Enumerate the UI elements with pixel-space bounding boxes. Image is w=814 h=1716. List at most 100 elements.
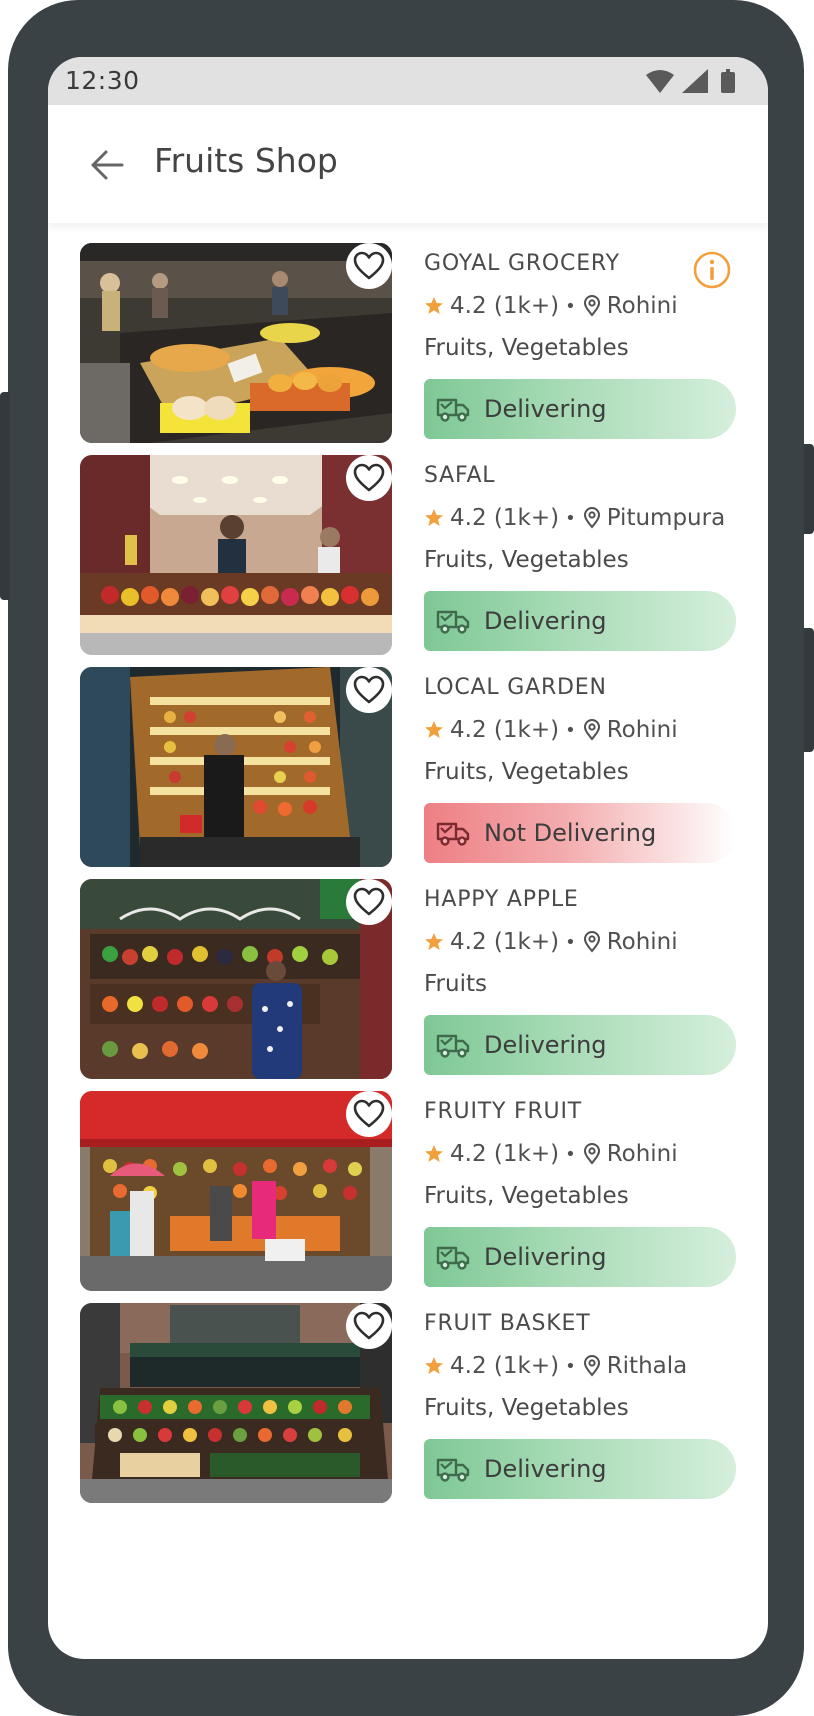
review-count: (1k+) [493, 505, 560, 531]
shop-image [80, 1091, 392, 1291]
delivery-status-label: Delivering [484, 607, 607, 635]
shop-location: Pitumpura [606, 505, 726, 531]
shop-meta: 4.2 (1k+) • Rohini [424, 291, 678, 321]
delivery-status[interactable]: Delivering [424, 1227, 736, 1287]
arrow-left-icon [91, 150, 124, 180]
shop-card[interactable]: FRUIT BASKET 4.2 (1k+) • Rithala Fruits,… [80, 1303, 740, 1503]
shop-meta: 4.2 (1k+) • Rohini [424, 927, 678, 957]
review-count: (1k+) [493, 1141, 560, 1167]
shop-location: Rohini [606, 1141, 678, 1167]
favorite-button[interactable] [346, 667, 392, 713]
review-count: (1k+) [493, 929, 560, 955]
shop-card[interactable]: FRUITY FRUIT 4.2 (1k+) • Rohini Fruits, … [80, 1091, 740, 1291]
map-pin-icon [583, 507, 600, 529]
star-icon [425, 1357, 443, 1374]
info-circle-icon [693, 251, 731, 289]
delivery-status[interactable]: Delivering [424, 1439, 736, 1499]
delivery-truck-icon [436, 1246, 470, 1270]
shop-category: Fruits, Vegetables [424, 1395, 629, 1421]
shop-info: HAPPY APPLE 4.2 (1k+) • Rohini Fruits De… [424, 879, 740, 1079]
shop-info: GOYAL GROCERY 4.2 (1k+) • Rohini Fruits,… [424, 243, 740, 443]
shop-name: LOCAL GARDEN [424, 675, 607, 700]
delivery-status[interactable]: Delivering [424, 591, 736, 651]
delivery-truck-icon [436, 610, 470, 634]
shop-image [80, 1303, 392, 1503]
shop-name: FRUITY FRUIT [424, 1099, 582, 1124]
status-icons [646, 69, 735, 93]
shop-category: Fruits, Vegetables [424, 1183, 629, 1209]
shop-card[interactable]: LOCAL GARDEN 4.2 (1k+) • Rohini Fruits, … [80, 667, 740, 867]
shop-name: SAFAL [424, 463, 496, 488]
status-bar: 12:30 [48, 57, 768, 105]
heart-outline-icon [353, 675, 385, 704]
shop-category: Fruits, Vegetables [424, 759, 629, 785]
shop-meta: 4.2 (1k+) • Rohini [424, 715, 678, 745]
separator-dot: • [565, 1143, 576, 1165]
app-header: Fruits Shop [48, 105, 768, 223]
heart-outline-icon [353, 463, 385, 492]
phone-volume-button [804, 628, 814, 752]
shop-name: HAPPY APPLE [424, 887, 579, 912]
delivery-status-label: Not Delivering [484, 819, 657, 847]
shop-card[interactable]: GOYAL GROCERY 4.2 (1k+) • Rohini Fruits,… [80, 243, 740, 443]
phone-side-button [0, 392, 10, 600]
favorite-button[interactable] [346, 879, 392, 925]
separator-dot: • [565, 295, 576, 317]
delivery-truck-icon [436, 1458, 470, 1482]
shop-location: Rohini [606, 929, 678, 955]
delivery-truck-icon [436, 398, 470, 422]
wifi-icon [646, 70, 674, 93]
shop-image [80, 455, 392, 655]
rating-value: 4.2 [450, 929, 487, 955]
delivery-status-label: Delivering [484, 1455, 607, 1483]
review-count: (1k+) [493, 1353, 560, 1379]
rating-value: 4.2 [450, 717, 487, 743]
delivery-truck-icon [436, 822, 470, 846]
star-icon [425, 933, 443, 950]
favorite-button[interactable] [346, 1303, 392, 1349]
map-pin-icon [583, 1355, 600, 1377]
delivery-status[interactable]: Delivering [424, 379, 736, 439]
page-title: Fruits Shop [154, 141, 338, 180]
favorite-button[interactable] [346, 1091, 392, 1137]
heart-outline-icon [353, 1311, 385, 1340]
shop-card[interactable]: HAPPY APPLE 4.2 (1k+) • Rohini Fruits De… [80, 879, 740, 1079]
separator-dot: • [565, 931, 576, 953]
app-screen: 12:30 Fruits Shop GOYAL GROCERY 4.2 (1k+… [48, 57, 768, 1659]
favorite-button[interactable] [346, 243, 392, 289]
shop-meta: 4.2 (1k+) • Rohini [424, 1139, 678, 1169]
delivery-status[interactable]: Delivering [424, 1015, 736, 1075]
delivery-status[interactable]: Not Delivering [424, 803, 736, 863]
rating-value: 4.2 [450, 505, 487, 531]
delivery-status-label: Delivering [484, 395, 607, 423]
info-button[interactable] [692, 250, 732, 290]
separator-dot: • [565, 719, 576, 741]
shop-category: Fruits, Vegetables [424, 547, 629, 573]
shop-meta: 4.2 (1k+) • Rithala [424, 1351, 687, 1381]
shop-image [80, 879, 392, 1079]
shop-card[interactable]: SAFAL 4.2 (1k+) • Pitumpura Fruits, Vege… [80, 455, 740, 655]
star-icon [425, 1145, 443, 1162]
map-pin-icon [583, 295, 600, 317]
rating-value: 4.2 [450, 293, 487, 319]
map-pin-icon [583, 1143, 600, 1165]
shop-info: FRUITY FRUIT 4.2 (1k+) • Rohini Fruits, … [424, 1091, 740, 1291]
shop-name: FRUIT BASKET [424, 1311, 591, 1336]
separator-dot: • [565, 507, 576, 529]
shop-image [80, 243, 392, 443]
review-count: (1k+) [493, 717, 560, 743]
rating-value: 4.2 [450, 1353, 487, 1379]
shop-info: FRUIT BASKET 4.2 (1k+) • Rithala Fruits,… [424, 1303, 740, 1503]
back-button[interactable] [88, 145, 128, 185]
shop-image [80, 667, 392, 867]
favorite-button[interactable] [346, 455, 392, 501]
shop-category: Fruits, Vegetables [424, 335, 629, 361]
shop-info: SAFAL 4.2 (1k+) • Pitumpura Fruits, Vege… [424, 455, 740, 655]
status-time: 12:30 [65, 66, 140, 95]
heart-outline-icon [353, 1099, 385, 1128]
map-pin-icon [583, 719, 600, 741]
delivery-status-label: Delivering [484, 1031, 607, 1059]
heart-outline-icon [353, 887, 385, 916]
shop-location: Rohini [606, 293, 678, 319]
shop-category: Fruits [424, 971, 487, 997]
